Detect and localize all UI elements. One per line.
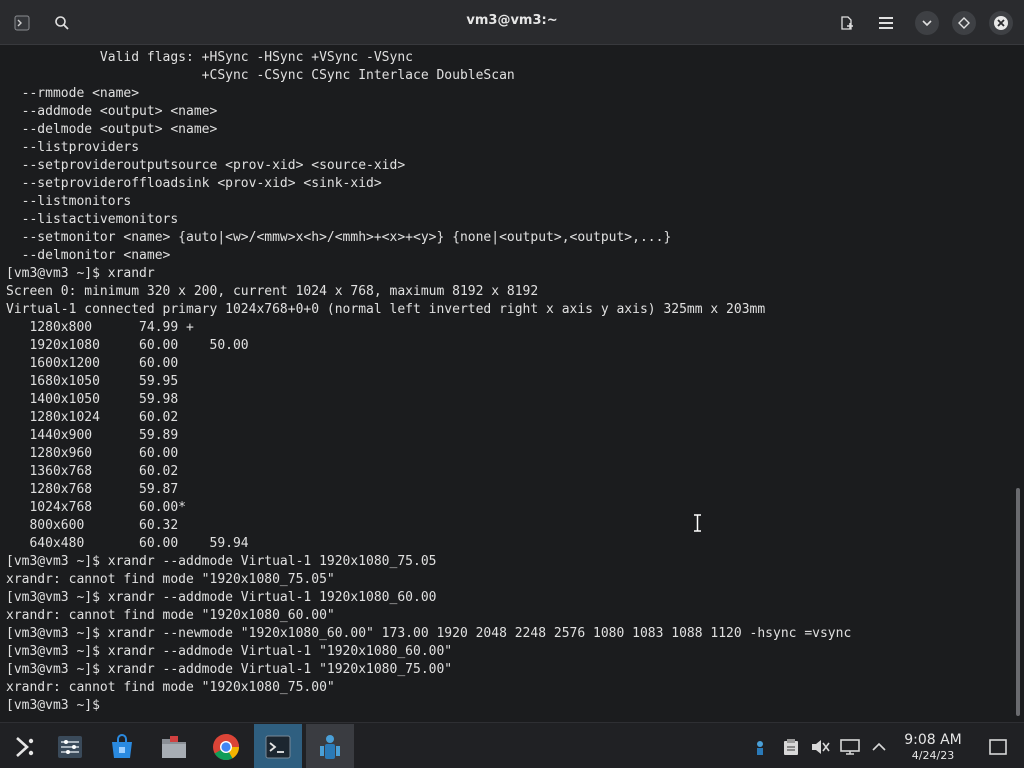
terminal-line: --rmmode <name> [6, 86, 140, 101]
window-titlebar: vm3@vm3:~ [0, 0, 1024, 45]
clock-time[interactable]: 9:08 AM [895, 732, 971, 748]
terminal-line: --delmonitor <name> [6, 248, 171, 263]
terminal-line: 640x480 60.00 59.94 [6, 536, 249, 551]
minimize-button[interactable] [915, 11, 939, 35]
terminal-line: 800x600 60.32 [6, 518, 179, 533]
terminal-line: 1360x768 60.02 [6, 464, 179, 479]
terminal-line: [vm3@vm3 ~]$ xrandr [6, 266, 155, 281]
terminal-line: --setmonitor <name> {auto|<w>/<mmw>x<h>/… [6, 230, 672, 245]
volume-muted-icon[interactable] [810, 737, 830, 757]
terminal-line: 1680x1050 59.95 [6, 374, 179, 389]
terminal-line: --listactivemonitors [6, 212, 179, 227]
terminal-line: 1600x1200 60.00 [6, 356, 179, 371]
text-cursor-icon [693, 514, 702, 536]
terminal-line: [vm3@vm3 ~]$ xrandr --newmode "1920x1080… [6, 626, 852, 641]
new-tab-icon[interactable] [835, 11, 859, 35]
show-desktop-icon[interactable] [988, 737, 1008, 757]
terminal-text: Valid flags: +HSync -HSync +VSync -VSync… [6, 49, 851, 715]
clock-date[interactable]: 4/24/23 [895, 749, 971, 762]
terminal-line: --setprovideroffloadsink <prov-xid> <sin… [6, 176, 382, 191]
terminal-scrollbar[interactable] [1016, 488, 1020, 716]
terminal-line: 1280x1024 60.02 [6, 410, 179, 425]
terminal-line: xrandr: cannot find mode "1920x1080_75.0… [6, 680, 335, 695]
terminal-line: 1280x800 74.99 + [6, 320, 194, 335]
clipboard-icon[interactable] [781, 737, 801, 757]
terminal-line: Virtual-1 connected primary 1024x768+0+0… [6, 302, 766, 317]
terminal-line: xrandr: cannot find mode "1920x1080_60.0… [6, 608, 335, 623]
display-icon[interactable] [840, 737, 860, 757]
terminal-line: [vm3@vm3 ~]$ xrandr --addmode Virtual-1 … [6, 554, 437, 569]
terminal-line: 1024x768 60.00* [6, 500, 187, 515]
close-button[interactable] [989, 11, 1013, 35]
discover-store-icon[interactable] [98, 724, 146, 768]
terminal-line: --delmode <output> <name> [6, 122, 218, 137]
terminal-line: 1400x1050 59.98 [6, 392, 179, 407]
file-manager-icon[interactable] [150, 724, 198, 768]
terminal-line: --listproviders [6, 140, 140, 155]
terminal-line: 1280x960 60.00 [6, 446, 179, 461]
terminal-line: 1920x1080 60.00 50.00 [6, 338, 249, 353]
terminal-line: Valid flags: +HSync -HSync +VSync -VSync [6, 50, 413, 65]
terminal-line: Screen 0: minimum 320 x 200, current 102… [6, 284, 539, 299]
window-title: vm3@vm3:~ [466, 13, 558, 28]
tray-expand-icon[interactable] [869, 737, 889, 757]
terminal-line: --listmonitors [6, 194, 132, 209]
terminal-line: [vm3@vm3 ~]$ xrandr --addmode Virtual-1 … [6, 590, 437, 605]
chevron-down-icon [922, 20, 932, 27]
hamburger-menu-icon[interactable] [874, 11, 898, 35]
terminal-line: 1280x768 59.87 [6, 482, 179, 497]
konsole-terminal-icon[interactable] [254, 724, 302, 768]
vm-tool-icon[interactable] [306, 724, 354, 768]
application-launcher-icon[interactable] [0, 724, 48, 768]
terminal-line: 1440x900 59.89 [6, 428, 179, 443]
terminal-line: --addmode <output> <name> [6, 104, 218, 119]
network-icon[interactable] [750, 737, 770, 757]
terminal-line: +CSync -CSync CSync Interlace DoubleScan [6, 68, 515, 83]
terminal-line: [vm3@vm3 ~]$ xrandr --addmode Virtual-1 … [6, 662, 453, 677]
diamond-icon [958, 17, 970, 29]
chrome-icon[interactable] [202, 724, 250, 768]
taskbar: 9:08 AM 4/24/23 [0, 722, 1024, 768]
terminal-line: --setprovideroutputsource <prov-xid> <so… [6, 158, 406, 173]
terminal-line: [vm3@vm3 ~]$ [6, 698, 108, 713]
close-icon [994, 16, 1008, 30]
terminal-output[interactable]: Valid flags: +HSync -HSync +VSync -VSync… [0, 46, 1014, 720]
system-settings-icon[interactable] [46, 724, 94, 768]
terminal-line: [vm3@vm3 ~]$ xrandr --addmode Virtual-1 … [6, 644, 453, 659]
maximize-button[interactable] [952, 11, 976, 35]
terminal-line: xrandr: cannot find mode "1920x1080_75.0… [6, 572, 335, 587]
